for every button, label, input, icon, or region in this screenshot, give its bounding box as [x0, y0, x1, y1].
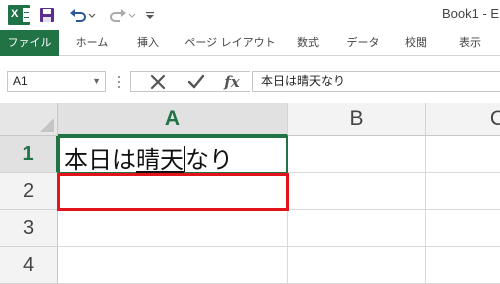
cell-a4[interactable]: [58, 247, 288, 284]
column-header-a[interactable]: A: [58, 103, 288, 136]
column-header-c[interactable]: C: [426, 103, 500, 136]
formula-buttons: fx: [130, 71, 250, 92]
tab-view[interactable]: 表示: [450, 30, 490, 56]
row-header-2[interactable]: 2: [0, 173, 58, 210]
formula-bar-area: A1 ▼ fx 本日は晴天なり: [0, 57, 500, 103]
excel-logo-icon[interactable]: X: [8, 5, 30, 25]
cell-b2[interactable]: [288, 173, 426, 210]
cell-a1[interactable]: 本日は晴天なり: [58, 136, 288, 174]
ribbon-tabs: ファイル ホーム 挿入 ページ レイアウト 数式 データ 校閲 表示: [0, 30, 500, 56]
cancel-icon[interactable]: [143, 72, 173, 91]
cell-b4[interactable]: [288, 247, 426, 284]
tab-review[interactable]: 校閲: [396, 30, 436, 56]
enter-check-icon[interactable]: [181, 72, 211, 91]
title-bar: X Book1 - E: [0, 0, 500, 30]
name-box[interactable]: A1 ▼: [7, 71, 106, 92]
save-icon[interactable]: [38, 5, 56, 25]
window-title: Book1 - E: [442, 6, 500, 21]
tab-file[interactable]: ファイル: [0, 30, 59, 56]
cell-a1-text: 本日は晴天なり: [64, 140, 233, 175]
tab-home[interactable]: ホーム: [68, 30, 116, 56]
undo-icon[interactable]: [68, 5, 98, 25]
splitter-handle[interactable]: [118, 73, 122, 91]
cell-c2[interactable]: [426, 173, 500, 210]
formula-input[interactable]: 本日は晴天なり: [252, 71, 500, 92]
annotation-highlight-box: [57, 173, 289, 211]
customize-qat-icon[interactable]: [143, 5, 157, 25]
insert-function-icon[interactable]: fx: [217, 72, 247, 91]
cell-b1[interactable]: [288, 136, 426, 173]
tab-data[interactable]: データ: [338, 30, 388, 56]
cell-c3[interactable]: [426, 210, 500, 247]
cell-a1-text-before: 本日は: [64, 146, 136, 174]
column-header-b[interactable]: B: [288, 103, 426, 136]
tab-insert[interactable]: 挿入: [128, 30, 168, 56]
cell-c1[interactable]: [426, 136, 500, 173]
cell-b3[interactable]: [288, 210, 426, 247]
ime-composition-text: 晴天: [136, 146, 184, 174]
name-box-value: A1: [13, 74, 28, 88]
row-header-4[interactable]: 4: [0, 247, 58, 284]
tab-page-layout[interactable]: ページ レイアウト: [182, 30, 278, 56]
select-all-button[interactable]: [0, 103, 58, 136]
cell-c4[interactable]: [426, 247, 500, 284]
excel-logo-letter: X: [11, 8, 19, 20]
cell-a1-text-after: なり: [185, 146, 233, 174]
row-header-1[interactable]: 1: [0, 136, 58, 173]
cell-a3[interactable]: [58, 210, 288, 247]
chevron-down-icon[interactable]: ▼: [92, 72, 101, 91]
tab-formulas[interactable]: 数式: [288, 30, 328, 56]
redo-icon[interactable]: [108, 5, 138, 25]
row-header-3[interactable]: 3: [0, 210, 58, 247]
